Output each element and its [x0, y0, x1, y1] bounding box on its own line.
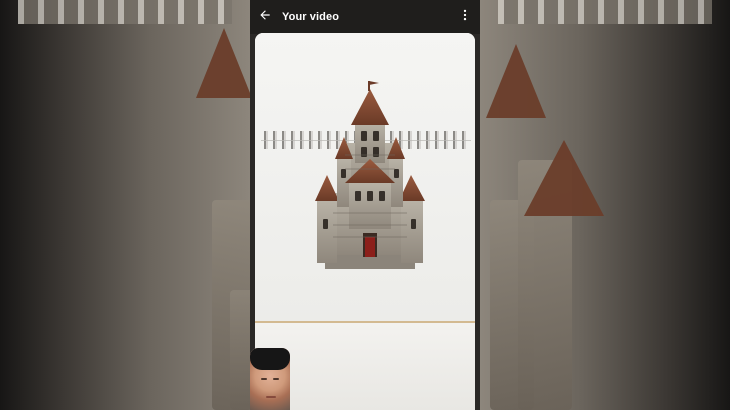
arrow-left-icon	[258, 8, 272, 27]
back-button[interactable]	[250, 0, 280, 34]
blurred-background-right	[480, 0, 730, 410]
blurred-roof-right-2	[524, 140, 604, 216]
blurred-roof-right	[486, 44, 546, 118]
person-eye-right	[273, 378, 279, 380]
person-mouth	[266, 396, 276, 398]
blurred-notebook-coil-right	[498, 0, 712, 24]
person-eye-left	[261, 378, 267, 380]
top-app-bar: Your video	[250, 0, 480, 34]
person-hair	[250, 348, 290, 370]
blurred-background-left	[0, 0, 250, 410]
blurred-roof-left	[196, 28, 250, 98]
blurred-tower-left-2	[230, 290, 250, 410]
more-options-button[interactable]	[450, 0, 480, 34]
screen: Your video	[0, 0, 730, 410]
castle-model	[315, 81, 425, 269]
webcam-overlay	[250, 348, 290, 410]
page-title: Your video	[282, 11, 340, 23]
more-vertical-icon	[458, 8, 472, 27]
blurred-notebook-coil-left	[18, 0, 232, 24]
